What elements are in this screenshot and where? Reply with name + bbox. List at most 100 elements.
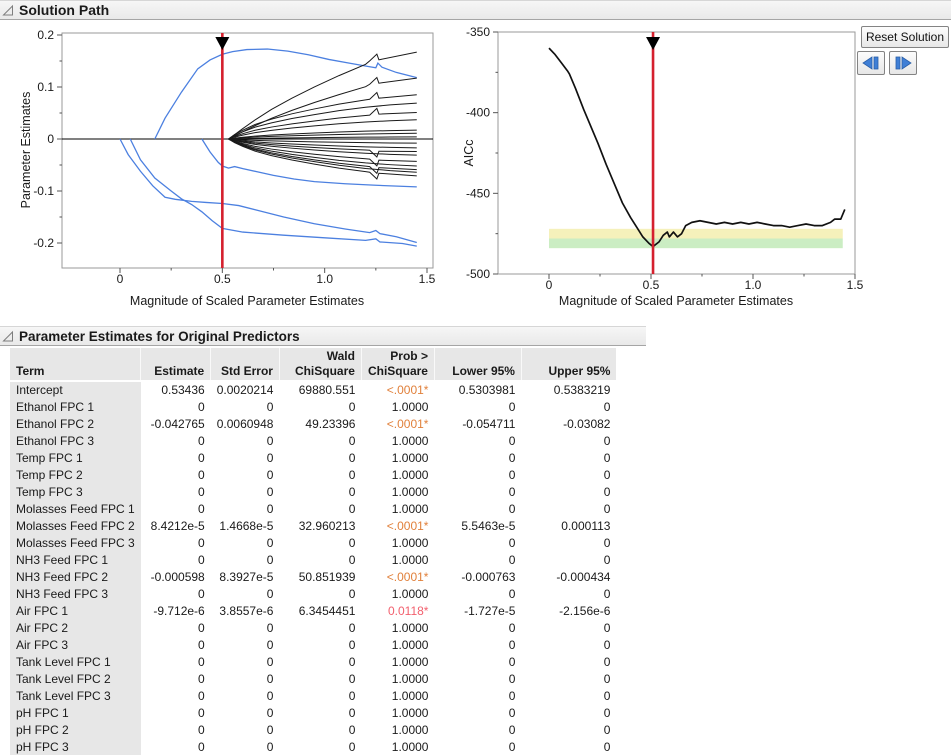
- value-cell: 5.5463e-5: [434, 517, 521, 534]
- value-cell: 0: [211, 432, 280, 449]
- term-cell: pH FPC 3: [10, 738, 141, 755]
- value-cell: 0: [211, 721, 280, 738]
- value-cell: 0: [211, 738, 280, 755]
- y-tick-label: 0.1: [37, 80, 54, 94]
- x-axis-title: Magnitude of Scaled Parameter Estimates: [559, 294, 793, 308]
- table-row[interactable]: Air FPC 1-9.712e-63.8557e-66.34544510.01…: [10, 602, 616, 619]
- value-cell: 0: [211, 585, 280, 602]
- value-cell: 0: [211, 500, 280, 517]
- table-row[interactable]: pH FPC 20001.000000: [10, 721, 616, 738]
- y-axis-title: AICc: [462, 139, 476, 166]
- table-row[interactable]: Intercept0.534360.002021469880.551<.0001…: [10, 381, 616, 398]
- value-cell: 0: [279, 483, 361, 500]
- table-row[interactable]: Molasses Feed FPC 30001.000000: [10, 534, 616, 551]
- value-cell: 0: [279, 534, 361, 551]
- value-cell: 1.4668e-5: [211, 517, 280, 534]
- value-cell: 1.0000: [361, 653, 434, 670]
- value-cell: 0: [211, 551, 280, 568]
- value-cell: 0: [141, 534, 211, 551]
- value-cell: 0.000113: [521, 517, 616, 534]
- x-tick-label: 1.0: [745, 278, 762, 292]
- term-cell: Ethanol FPC 2: [10, 415, 141, 432]
- value-cell: 0: [141, 466, 211, 483]
- x-tick-label: 0.5: [214, 272, 231, 286]
- table-row[interactable]: Air FPC 30001.000000: [10, 636, 616, 653]
- value-cell: 0: [521, 500, 616, 517]
- table-row[interactable]: pH FPC 10001.000000: [10, 704, 616, 721]
- table-row[interactable]: Temp FPC 20001.000000: [10, 466, 616, 483]
- table-row[interactable]: Tank Level FPC 30001.000000: [10, 687, 616, 704]
- value-cell: 0: [434, 398, 521, 415]
- value-cell: 0.0020214: [211, 381, 280, 398]
- value-cell: 0: [521, 483, 616, 500]
- table-row[interactable]: Ethanol FPC 2-0.0427650.006094849.23396<…: [10, 415, 616, 432]
- value-cell: 0: [141, 738, 211, 755]
- column-header-wald-chisquare[interactable]: Wald ChiSquare: [279, 348, 361, 381]
- value-cell: 0: [141, 398, 211, 415]
- value-cell: 0: [141, 432, 211, 449]
- value-cell: 0: [279, 687, 361, 704]
- column-header-upper-95-[interactable]: Upper 95%: [521, 348, 616, 381]
- table-row[interactable]: NH3 Feed FPC 2-0.0005988.3927e-550.85193…: [10, 568, 616, 585]
- table-row[interactable]: pH FPC 30001.000000: [10, 738, 616, 755]
- value-cell: -0.000434: [521, 568, 616, 585]
- disclosure-triangle-icon[interactable]: [2, 329, 16, 344]
- value-cell: 0: [521, 738, 616, 755]
- value-cell: 0: [434, 653, 521, 670]
- table-row[interactable]: Temp FPC 30001.000000: [10, 483, 616, 500]
- solution-path-title: Solution Path: [19, 2, 109, 18]
- green-zone: [549, 239, 843, 249]
- value-cell: 1.0000: [361, 483, 434, 500]
- value-cell: 0: [211, 619, 280, 636]
- value-cell: 0: [521, 653, 616, 670]
- value-cell: 1.0000: [361, 432, 434, 449]
- value-cell: 0: [521, 585, 616, 602]
- table-header: TermEstimateStd ErrorWald ChiSquareProb …: [10, 348, 616, 381]
- value-cell: -0.000763: [434, 568, 521, 585]
- table-row[interactable]: Tank Level FPC 10001.000000: [10, 653, 616, 670]
- value-cell: 1.0000: [361, 585, 434, 602]
- table-row[interactable]: Air FPC 20001.000000: [10, 619, 616, 636]
- value-cell: 6.3454451: [279, 602, 361, 619]
- value-cell: 0: [521, 636, 616, 653]
- column-header-term[interactable]: Term: [10, 348, 141, 381]
- value-cell: 0: [141, 585, 211, 602]
- column-header-std-error[interactable]: Std Error: [211, 348, 280, 381]
- value-cell: 32.960213: [279, 517, 361, 534]
- value-cell: 1.0000: [361, 721, 434, 738]
- table-row[interactable]: Ethanol FPC 10001.000000: [10, 398, 616, 415]
- column-header-estimate[interactable]: Estimate: [141, 348, 211, 381]
- table-row[interactable]: Ethanol FPC 30001.000000: [10, 432, 616, 449]
- term-cell: Molasses Feed FPC 1: [10, 500, 141, 517]
- parameter-estimates-title: Parameter Estimates for Original Predict…: [19, 329, 300, 344]
- table-row[interactable]: NH3 Feed FPC 10001.000000: [10, 551, 616, 568]
- value-cell: 0: [434, 432, 521, 449]
- x-tick-label: 0: [117, 272, 124, 286]
- y-axis-title: Parameter Estimates: [19, 92, 33, 209]
- value-cell: 0.53436: [141, 381, 211, 398]
- column-header-lower-95-[interactable]: Lower 95%: [434, 348, 521, 381]
- value-cell: 0: [434, 500, 521, 517]
- table-row[interactable]: Temp FPC 10001.000000: [10, 449, 616, 466]
- table-row[interactable]: Molasses Feed FPC 10001.000000: [10, 500, 616, 517]
- value-cell: 1.0000: [361, 687, 434, 704]
- column-header-prob-chisquare[interactable]: Prob > ChiSquare: [361, 348, 434, 381]
- step-back-button[interactable]: [857, 51, 885, 75]
- disclosure-triangle-icon[interactable]: [2, 3, 16, 18]
- solution-path-charts: 0.20.10-0.1-0.200.51.01.5Parameter Estim…: [0, 21, 951, 326]
- term-cell: pH FPC 1: [10, 704, 141, 721]
- value-cell: 0: [521, 398, 616, 415]
- reset-solution-button[interactable]: Reset Solution: [861, 26, 949, 48]
- step-forward-icon: [894, 56, 912, 70]
- value-cell: 0: [279, 398, 361, 415]
- term-cell: Air FPC 3: [10, 636, 141, 653]
- value-cell: 0: [279, 721, 361, 738]
- value-cell: 1.0000: [361, 636, 434, 653]
- term-cell: Temp FPC 1: [10, 449, 141, 466]
- table-row[interactable]: Molasses Feed FPC 28.4212e-51.4668e-532.…: [10, 517, 616, 534]
- value-cell: 0: [521, 670, 616, 687]
- value-cell: 0: [434, 704, 521, 721]
- table-row[interactable]: Tank Level FPC 20001.000000: [10, 670, 616, 687]
- step-forward-button[interactable]: [889, 51, 917, 75]
- table-row[interactable]: NH3 Feed FPC 30001.000000: [10, 585, 616, 602]
